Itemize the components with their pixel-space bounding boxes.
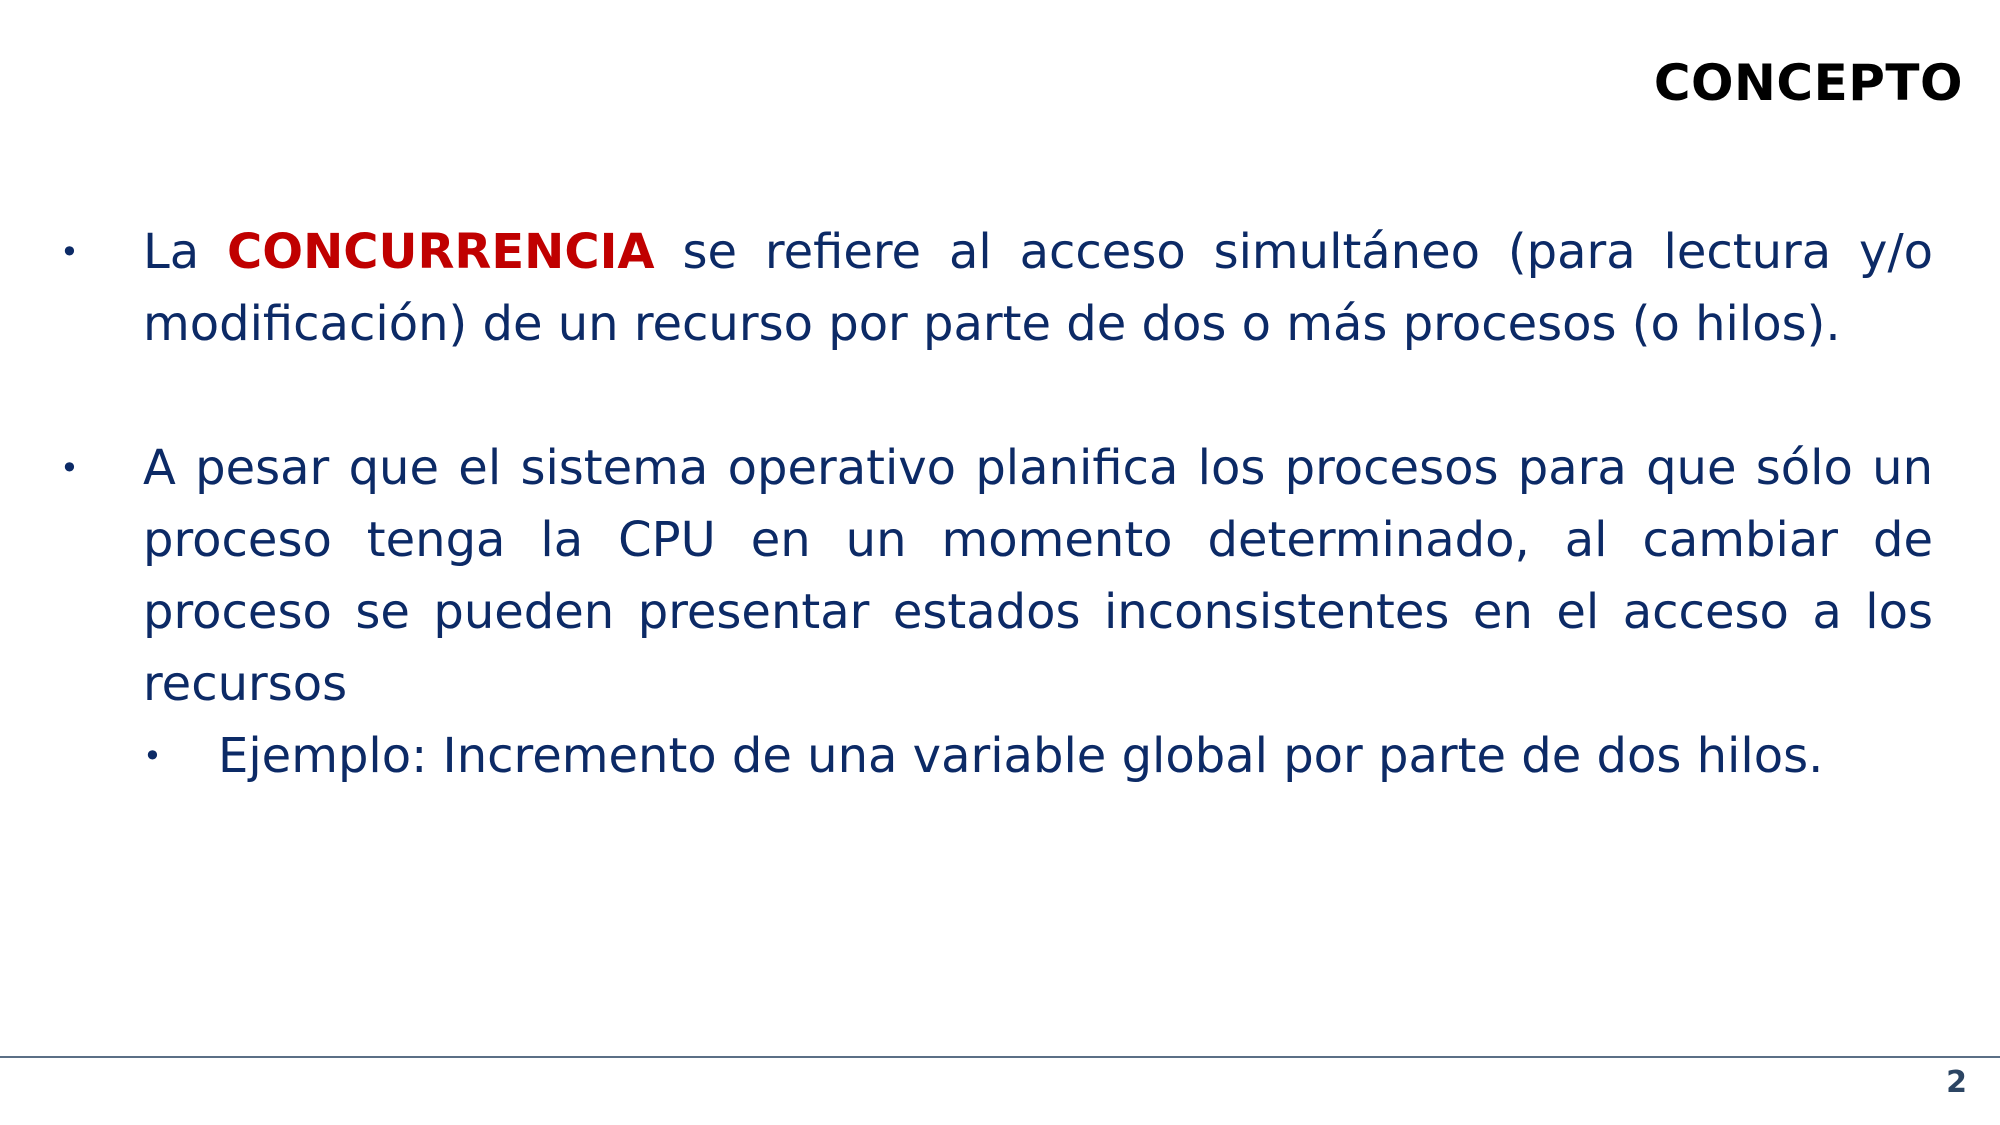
footer-divider — [0, 1056, 2000, 1058]
bullet-text: A pesar que el sistema operativo planifi… — [143, 440, 1933, 712]
bullet-dot: • — [60, 449, 79, 487]
slide: CONCEPTO • La CONCURRENCIA se refiere al… — [0, 0, 2000, 1125]
slide-content: • La CONCURRENCIA se refiere al acceso s… — [60, 216, 1933, 792]
sub-bullet-item: • Ejemplo: Incremento de una variable gl… — [143, 720, 1933, 792]
page-number: 2 — [1946, 1065, 1967, 1100]
sub-bullet-text: Ejemplo: Incremento de una variable glob… — [218, 728, 1824, 784]
sub-bullet-dot: • — [143, 737, 162, 775]
bullet-lead-text: La — [143, 224, 228, 280]
highlighted-term: CONCURRENCIA — [227, 224, 655, 280]
slide-title: CONCEPTO — [1653, 54, 1963, 112]
bullet-item-concurrencia: • La CONCURRENCIA se refiere al acceso s… — [60, 216, 1933, 360]
bullet-dot: • — [60, 233, 79, 271]
bullet-item-planificacion: • A pesar que el sistema operativo plani… — [60, 432, 1933, 792]
